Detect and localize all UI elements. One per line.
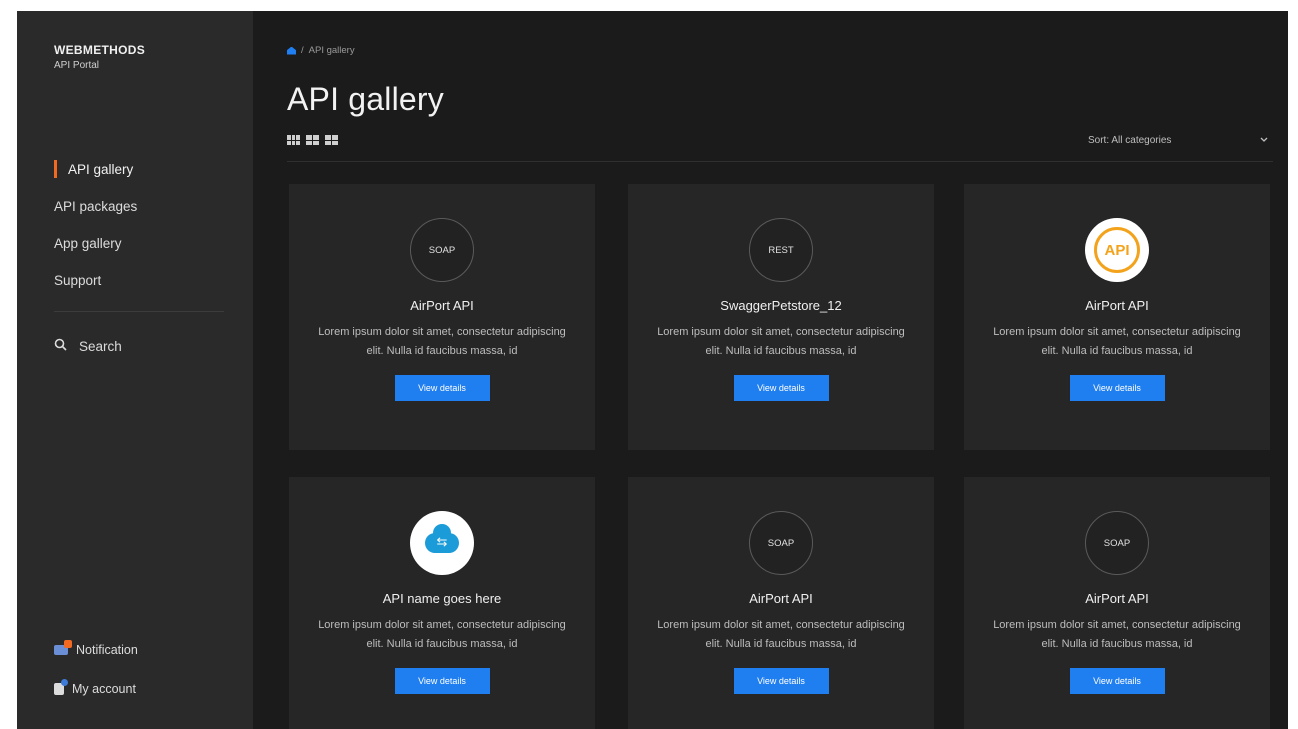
sidebar-item-support[interactable]: Support: [54, 262, 224, 299]
soap-logo: SOAP: [1085, 511, 1149, 575]
api-card[interactable]: SOAP AirPort API Lorem ipsum dolor sit a…: [289, 184, 595, 450]
search-icon: [54, 338, 67, 354]
sidebar: WEBMETHODS API Portal API gallery API pa…: [17, 11, 253, 729]
api-badge-icon: API: [1094, 227, 1140, 273]
sort-value: All categories: [1111, 135, 1172, 146]
card-description: Lorem ipsum dolor sit amet, consectetur …: [657, 326, 905, 357]
card-title: AirPort API: [410, 298, 474, 313]
bell-icon: [54, 640, 72, 655]
view-details-button[interactable]: View details: [394, 375, 490, 401]
soap-logo: SOAP: [749, 511, 813, 575]
view-details-button[interactable]: View details: [394, 668, 490, 694]
api-card[interactable]: SOAP AirPort API Lorem ipsum dolor sit a…: [628, 477, 934, 729]
sidebar-search[interactable]: Search: [54, 338, 122, 354]
card-title: AirPort API: [749, 591, 813, 606]
sidebar-item-label: API gallery: [68, 162, 134, 177]
chevron-down-icon: [1260, 135, 1268, 146]
my-account-label: My account: [72, 682, 136, 696]
rest-logo: REST: [749, 218, 813, 282]
search-label: Search: [79, 338, 122, 354]
sidebar-item-label: App gallery: [54, 236, 122, 251]
breadcrumb-current: API gallery: [308, 45, 355, 56]
view-details-button[interactable]: View details: [1069, 375, 1165, 401]
view-details-button[interactable]: View details: [733, 375, 829, 401]
sort-dropdown[interactable]: Sort: All categories: [1088, 135, 1268, 146]
card-description: Lorem ipsum dolor sit amet, consectetur …: [318, 619, 566, 650]
card-title: AirPort API: [1085, 591, 1149, 606]
breadcrumb: / API gallery: [287, 45, 355, 56]
breadcrumb-separator: /: [301, 45, 304, 56]
view-details-button[interactable]: View details: [1069, 668, 1165, 694]
notification-label: Notification: [76, 643, 138, 657]
sidebar-nav: API gallery API packages App gallery Sup…: [54, 151, 224, 299]
card-title: API name goes here: [382, 591, 502, 606]
brand-name: WEBMETHODS: [54, 43, 145, 57]
cloud-logo: [410, 511, 474, 575]
card-description: Lorem ipsum dolor sit amet, consectetur …: [993, 326, 1241, 357]
soap-logo: SOAP: [410, 218, 474, 282]
sidebar-item-app-gallery[interactable]: App gallery: [54, 225, 224, 262]
sidebar-my-account[interactable]: My account: [54, 679, 136, 696]
sidebar-item-api-packages[interactable]: API packages: [54, 188, 224, 225]
sort-label: Sort:: [1088, 135, 1110, 146]
sidebar-item-label: API packages: [54, 199, 138, 214]
api-card[interactable]: API name goes here Lorem ipsum dolor sit…: [289, 477, 595, 729]
view-toggles: [287, 135, 338, 145]
grid-3-view-icon[interactable]: [287, 135, 300, 145]
api-logo: API: [1085, 218, 1149, 282]
sidebar-item-label: Support: [54, 273, 102, 288]
grid-view-icon[interactable]: [325, 135, 338, 145]
home-icon[interactable]: [287, 46, 296, 55]
sidebar-notification[interactable]: Notification: [54, 640, 138, 657]
card-title: AirPort API: [1085, 298, 1149, 313]
api-card[interactable]: REST SwaggerPetstore_12 Lorem ipsum dolo…: [628, 184, 934, 450]
app-window: WEBMETHODS API Portal API gallery API pa…: [17, 11, 1288, 729]
page-title: API gallery: [287, 81, 444, 117]
brand-subtitle: API Portal: [54, 60, 100, 71]
card-title: SwaggerPetstore_12: [720, 298, 842, 313]
card-description: Lorem ipsum dolor sit amet, consectetur …: [657, 619, 905, 650]
cloud-sync-icon: [425, 524, 459, 553]
api-card[interactable]: SOAP AirPort API Lorem ipsum dolor sit a…: [964, 477, 1270, 729]
card-description: Lorem ipsum dolor sit amet, consectetur …: [318, 326, 566, 357]
grid-2-view-icon[interactable]: [306, 135, 319, 145]
view-details-button[interactable]: View details: [733, 668, 829, 694]
user-icon: [54, 679, 68, 695]
sidebar-item-api-gallery[interactable]: API gallery: [54, 151, 224, 188]
main-content: / API gallery API gallery Sort: All cate…: [253, 11, 1288, 729]
header-divider: [287, 161, 1273, 162]
sidebar-divider: [54, 311, 224, 312]
api-card[interactable]: API AirPort API Lorem ipsum dolor sit am…: [964, 184, 1270, 450]
card-description: Lorem ipsum dolor sit amet, consectetur …: [993, 619, 1241, 650]
